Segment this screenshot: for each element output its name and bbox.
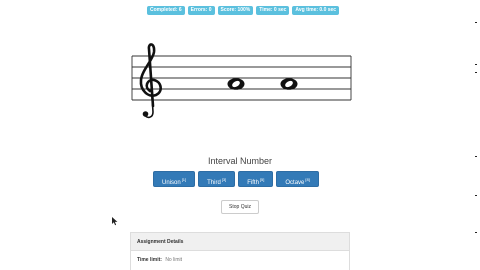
assignment-details-panel: Assignment Details Time limit: No limit bbox=[130, 232, 350, 270]
assignment-details-header: Assignment Details bbox=[131, 233, 349, 251]
answer-label: Fifth bbox=[247, 180, 259, 186]
stat-score: Score: 100% bbox=[217, 6, 254, 15]
stat-time: Time: 0 sec bbox=[256, 6, 290, 15]
note-2 bbox=[280, 78, 298, 90]
edge-tick bbox=[475, 64, 477, 65]
stat-completed: Completed: 6 bbox=[147, 6, 185, 15]
edge-tick bbox=[475, 156, 477, 157]
answer-unison-button[interactable]: Unison[1] bbox=[153, 171, 196, 187]
stat-errors: Errors: 0 bbox=[187, 6, 215, 15]
edge-tick bbox=[475, 195, 477, 196]
stop-quiz-button[interactable]: Stop Quiz bbox=[221, 200, 259, 214]
mouse-cursor-icon bbox=[112, 213, 118, 231]
answer-fifth-button[interactable]: Fifth[5] bbox=[238, 171, 274, 187]
edge-tick bbox=[475, 72, 477, 73]
answer-key: [3] bbox=[221, 177, 227, 182]
answer-key: [5] bbox=[259, 177, 265, 182]
time-limit-row: Time limit: No limit bbox=[131, 251, 349, 269]
question-prompt: Interval Number bbox=[207, 156, 273, 166]
scrollbar-edge bbox=[474, 0, 480, 270]
answer-third-button[interactable]: Third[3] bbox=[198, 171, 236, 187]
answer-label: Unison bbox=[162, 180, 181, 186]
treble-clef-icon bbox=[139, 43, 162, 119]
staff-lines bbox=[131, 55, 352, 101]
answer-label: Octave bbox=[285, 180, 305, 186]
answer-octave-button[interactable]: Octave[8] bbox=[276, 171, 319, 187]
edge-tick bbox=[475, 232, 477, 233]
answer-key: [8] bbox=[305, 177, 310, 182]
music-staff bbox=[130, 40, 353, 120]
staff-svg bbox=[131, 43, 352, 119]
stat-avg-time: Avg time: 0.0 sec bbox=[292, 6, 340, 15]
answer-buttons: Unison[1] Third[3] Fifth[5] Octave[8] bbox=[153, 171, 319, 187]
time-limit-value: No limit bbox=[165, 257, 182, 263]
note-1 bbox=[227, 78, 245, 90]
answer-label: Third bbox=[207, 180, 221, 186]
time-limit-label: Time limit: bbox=[137, 257, 162, 263]
stats-bar: Completed: 6 Errors: 0 Score: 100% Time:… bbox=[147, 6, 340, 15]
answer-key: [1] bbox=[181, 177, 187, 182]
edge-tick bbox=[475, 22, 477, 23]
